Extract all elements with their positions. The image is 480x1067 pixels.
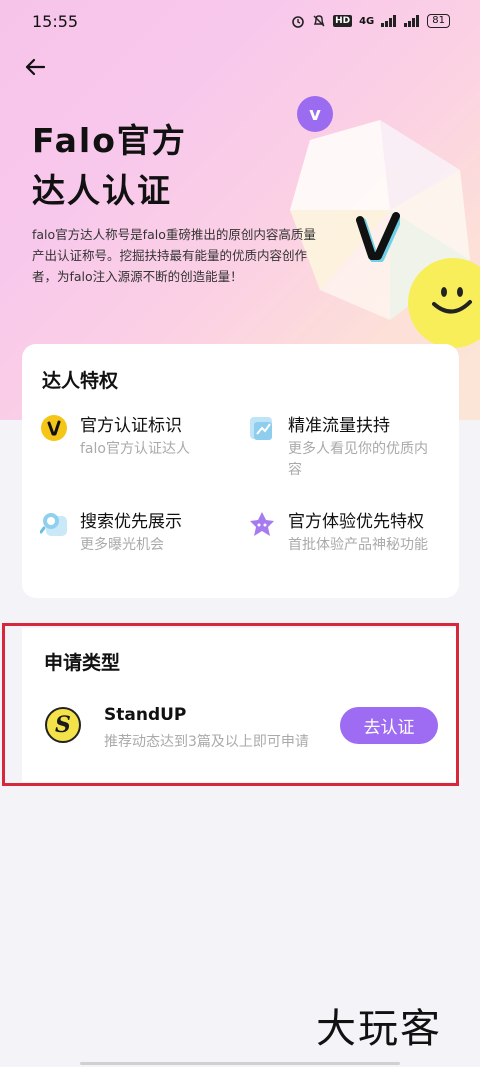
signal-icon-2 <box>404 15 420 27</box>
highlight-box <box>2 623 459 786</box>
star-icon <box>248 510 276 538</box>
back-button[interactable] <box>20 52 50 82</box>
apply-type-name: StandUP <box>104 705 187 725</box>
privilege-item: 官方体验优先特权 首批体验产品神秘功能 <box>248 509 448 556</box>
privilege-name: 精准流量扶持 <box>288 416 390 436</box>
privileges-card: 达人特权 官方认证标识 falo官方认证达人 精准流量扶持 更多人看见你的优质内… <box>22 344 459 598</box>
signal-icon <box>381 15 397 27</box>
privilege-item: 搜索优先展示 更多曝光机会 <box>40 509 230 556</box>
hero-description: falo官方达人称号是falo重磅推出的原创内容高质量产出认证称号。挖掘扶持最有… <box>32 227 316 284</box>
arrow-left-icon <box>25 58 46 76</box>
privilege-desc: 更多人看见你的优质内容 <box>288 441 428 478</box>
title-line-2: 达人认证 <box>32 171 172 210</box>
standup-logo-icon: S <box>45 707 81 743</box>
v-badge-icon <box>40 414 68 442</box>
title-line-1: Falo官方 <box>32 121 187 160</box>
privilege-item: 官方认证标识 falo官方认证达人 <box>40 413 230 460</box>
hd-icon: HD <box>333 15 353 27</box>
watermark: 大玩客 <box>316 1006 442 1052</box>
privilege-name: 官方体验优先特权 <box>288 512 424 532</box>
search-icon <box>40 510 68 538</box>
privilege-desc: 首批体验产品神秘功能 <box>288 537 428 553</box>
chart-icon <box>248 414 276 442</box>
battery-icon: 81 <box>427 14 450 28</box>
certify-button[interactable]: 去认证 <box>340 707 438 744</box>
privilege-item: 精准流量扶持 更多人看见你的优质内容 <box>248 413 438 481</box>
privilege-desc: falo官方认证达人 <box>80 441 190 457</box>
smiley-decoration <box>408 258 480 348</box>
privilege-name: 搜索优先展示 <box>80 512 182 532</box>
home-indicator <box>80 1062 400 1065</box>
network-label: 4G <box>359 15 375 27</box>
privileges-title: 达人特权 <box>42 370 119 392</box>
privilege-desc: 更多曝光机会 <box>80 537 164 553</box>
privilege-name: 官方认证标识 <box>80 416 182 436</box>
alarm-icon <box>292 16 304 28</box>
status-time: 15:55 <box>32 11 79 31</box>
apply-type-requirement: 推荐动态达到3篇及以上即可申请 <box>104 734 309 750</box>
status-icons: HD 4G 81 <box>291 14 450 28</box>
mute-bell-icon <box>313 15 325 27</box>
v-logo-icon <box>356 212 400 262</box>
v-badge-decoration: v <box>297 96 333 132</box>
page-title: Falo官方 达人认证 <box>32 116 187 216</box>
status-bar: 15:55 HD 4G 81 <box>0 0 480 42</box>
